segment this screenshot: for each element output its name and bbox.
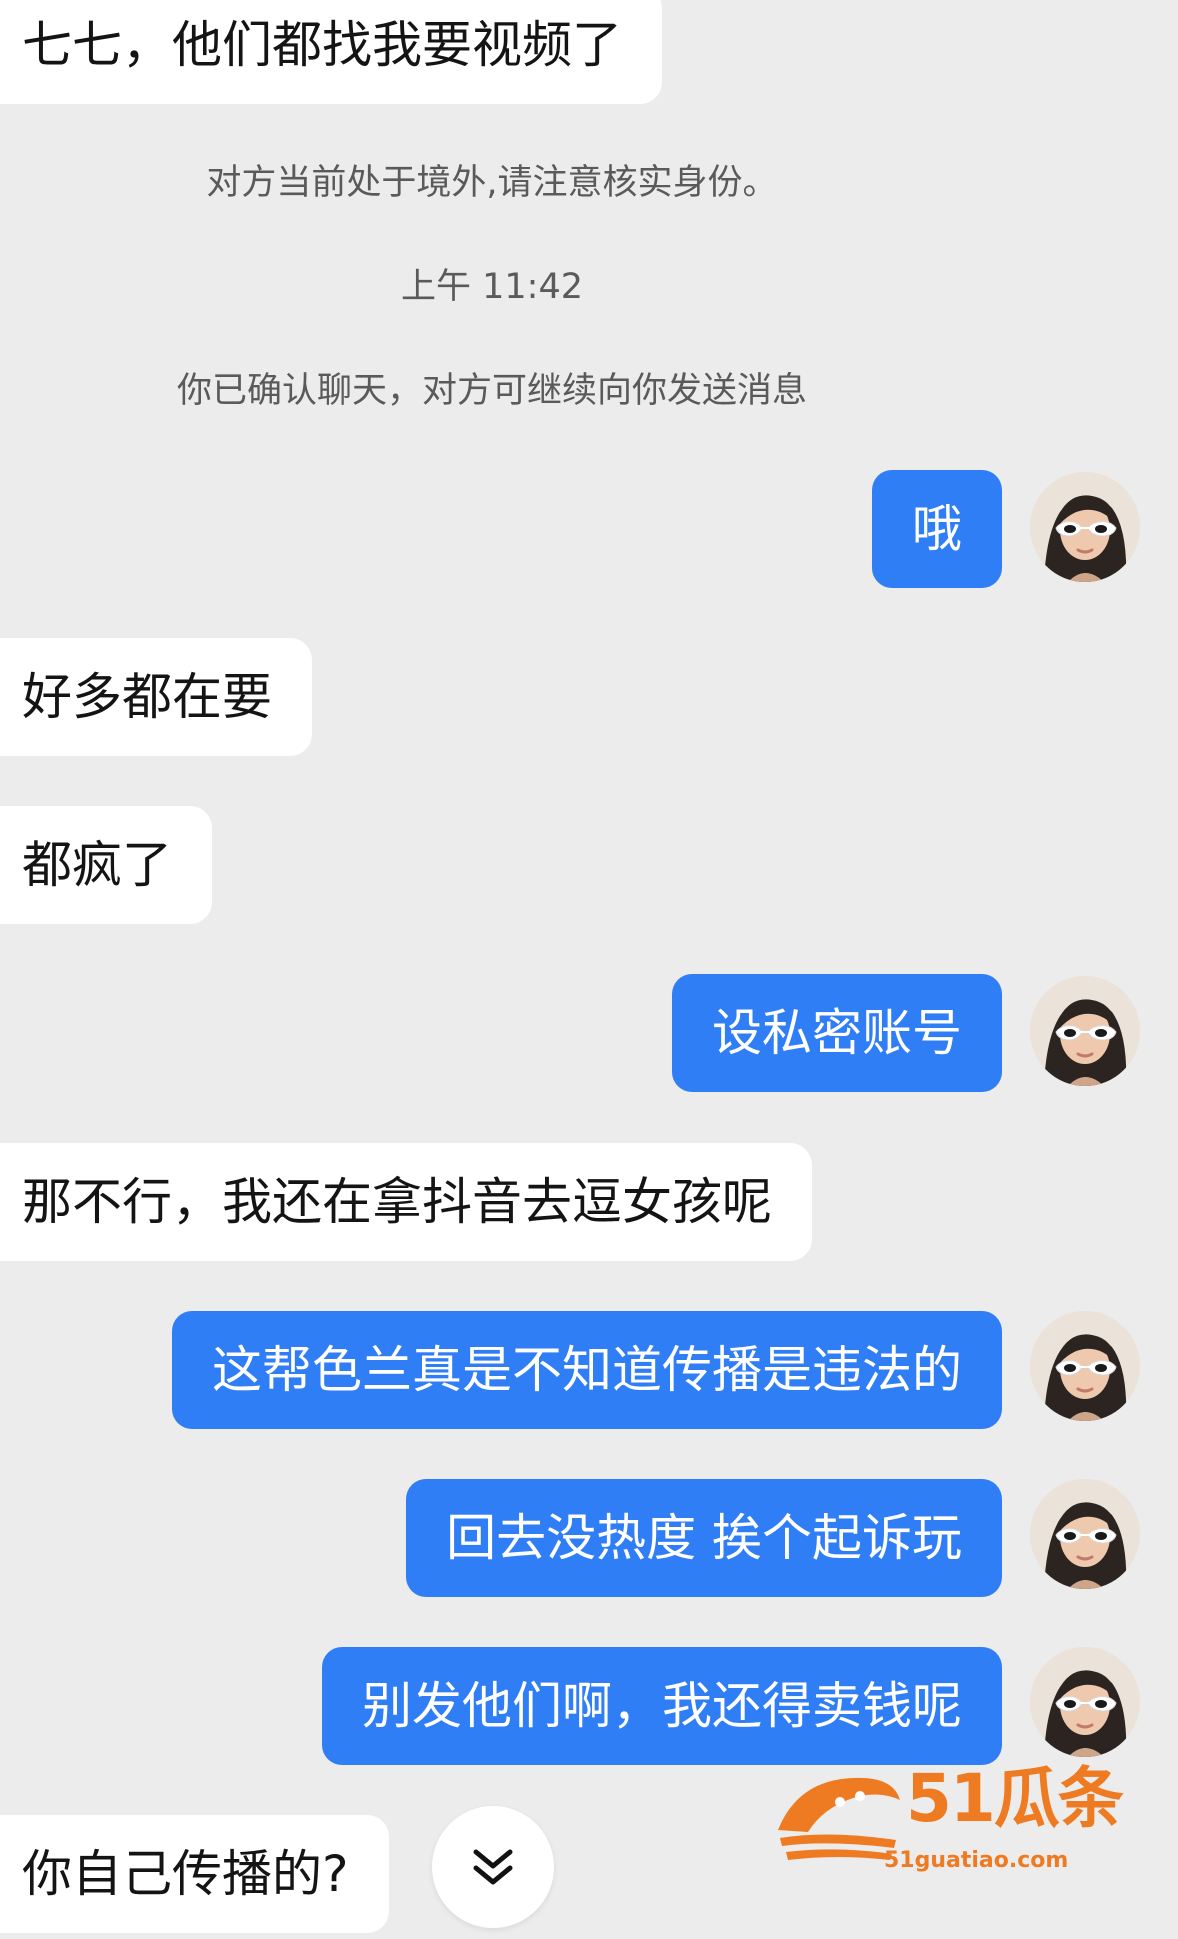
- avatar-portrait: [1030, 976, 1140, 1086]
- message-bubble-incoming[interactable]: 都疯了: [0, 806, 212, 924]
- user-avatar[interactable]: [1030, 976, 1140, 1086]
- message-text: 好多都在要: [22, 668, 272, 726]
- message-text: 哦: [912, 500, 962, 558]
- message-bubble-outgoing[interactable]: 回去没热度 挨个起诉玩: [406, 1479, 1002, 1597]
- scroll-to-bottom-button[interactable]: [432, 1806, 554, 1928]
- message-text: 都疯了: [22, 836, 172, 894]
- watermark-url: 51guatiao.com: [884, 1848, 1069, 1873]
- user-avatar[interactable]: [1030, 1647, 1140, 1757]
- message-text: 设私密账号: [712, 1004, 962, 1062]
- avatar-portrait: [1030, 1479, 1140, 1589]
- message-timestamp: 上午 11:42: [401, 267, 583, 307]
- message-bubble-incoming[interactable]: 好多都在要: [0, 638, 312, 756]
- watermark-brand: 51瓜条: [906, 1760, 1124, 1837]
- chat-confirmed-notice: 你已确认聊天，对方可继续向你发送消息: [176, 371, 807, 411]
- message-bubble-outgoing[interactable]: 设私密账号: [672, 974, 1002, 1092]
- message-text: 这帮色兰真是不知道传播是违法的: [212, 1341, 962, 1399]
- user-avatar[interactable]: [1030, 1311, 1140, 1421]
- avatar-portrait: [1030, 1311, 1140, 1421]
- message-text: 回去没热度 挨个起诉玩: [446, 1509, 962, 1567]
- watermark: 51瓜条 51guatiao.com: [768, 1760, 1138, 1880]
- message-bubble-incoming[interactable]: 你自己传播的?: [0, 1815, 389, 1933]
- message-text: 你自己传播的?: [22, 1845, 349, 1903]
- message-bubble-outgoing[interactable]: 哦: [872, 470, 1002, 588]
- double-chevron-down-icon: [473, 1849, 513, 1885]
- message-bubble-incoming[interactable]: 七七，他们都找我要视频了: [0, 0, 662, 104]
- message-text: 那不行，我还在拿抖音去逗女孩呢: [22, 1173, 772, 1231]
- message-text: 别发他们啊，我还得卖钱呢: [362, 1677, 962, 1735]
- message-text: 七七，他们都找我要视频了: [22, 16, 622, 74]
- avatar-portrait: [1030, 472, 1140, 582]
- user-avatar[interactable]: [1030, 472, 1140, 582]
- user-avatar[interactable]: [1030, 1479, 1140, 1589]
- avatar-portrait: [1030, 1647, 1140, 1757]
- message-bubble-outgoing[interactable]: 这帮色兰真是不知道传播是违法的: [172, 1311, 1002, 1429]
- overseas-warning-notice: 对方当前处于境外,请注意核实身份。: [206, 163, 778, 203]
- message-bubble-incoming[interactable]: 那不行，我还在拿抖音去逗女孩呢: [0, 1143, 812, 1261]
- message-bubble-outgoing[interactable]: 别发他们啊，我还得卖钱呢: [322, 1647, 1002, 1765]
